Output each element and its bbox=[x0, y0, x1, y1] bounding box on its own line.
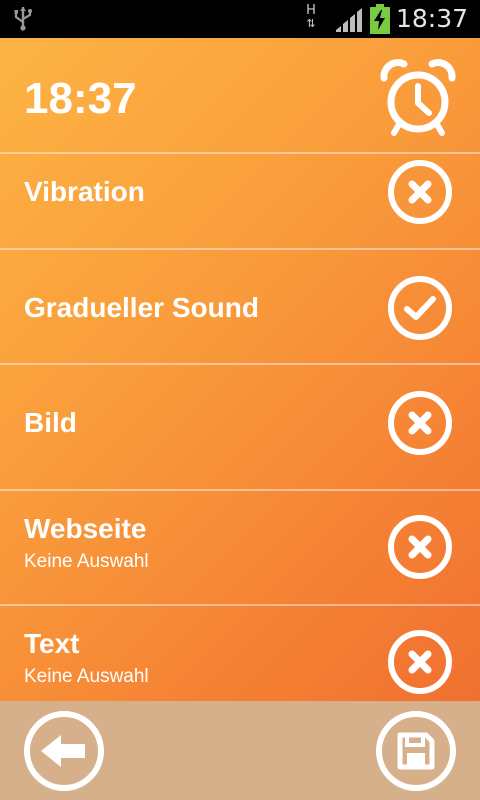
setting-row-website[interactable]: Webseite Keine Auswahl bbox=[0, 489, 480, 604]
alarm-settings-screen: 18:37 Vibration Gradueller Sound Bild We… bbox=[0, 38, 480, 800]
setting-row-vibration[interactable]: Vibration bbox=[0, 152, 480, 248]
close-icon bbox=[408, 535, 432, 559]
setting-row-image[interactable]: Bild bbox=[0, 363, 480, 489]
toggle-off-button[interactable] bbox=[388, 515, 452, 579]
signal-icon bbox=[336, 8, 362, 32]
battery-charging-icon bbox=[370, 4, 390, 34]
save-icon bbox=[397, 732, 435, 770]
close-icon bbox=[408, 650, 432, 674]
arrow-left-icon bbox=[41, 735, 85, 767]
network-type-icon: H ⇅ bbox=[302, 4, 320, 34]
setting-label: Webseite bbox=[24, 513, 147, 544]
header: 18:37 bbox=[0, 38, 480, 152]
toggle-on-button[interactable] bbox=[388, 276, 452, 340]
alarm-time[interactable]: 18:37 bbox=[24, 74, 137, 124]
data-transfer-arrows-icon: ⇅ bbox=[306, 17, 316, 30]
network-type-label: H bbox=[306, 3, 316, 18]
setting-subtitle: Keine Auswahl bbox=[24, 551, 149, 572]
toggle-off-button[interactable] bbox=[388, 160, 452, 224]
close-icon bbox=[408, 180, 432, 204]
toggle-off-button[interactable] bbox=[388, 391, 452, 455]
setting-label: Bild bbox=[24, 407, 77, 438]
usb-icon bbox=[14, 7, 32, 31]
back-button[interactable] bbox=[24, 711, 104, 791]
checkmark-icon bbox=[404, 296, 436, 320]
setting-row-text[interactable]: Text Keine Auswahl bbox=[0, 604, 480, 701]
alarm-clock-icon[interactable] bbox=[378, 56, 458, 136]
setting-label: Gradueller Sound bbox=[24, 292, 259, 323]
status-bar: H ⇅ 18:37 bbox=[0, 0, 480, 38]
save-button[interactable] bbox=[376, 711, 456, 791]
bottom-action-bar bbox=[0, 701, 480, 800]
toggle-off-button[interactable] bbox=[388, 630, 452, 694]
close-icon bbox=[408, 411, 432, 435]
setting-subtitle: Keine Auswahl bbox=[24, 666, 149, 687]
setting-label: Vibration bbox=[24, 176, 145, 207]
setting-row-gradual-sound[interactable]: Gradueller Sound bbox=[0, 248, 480, 363]
setting-label: Text bbox=[24, 628, 80, 659]
status-bar-clock: 18:37 bbox=[396, 4, 469, 33]
